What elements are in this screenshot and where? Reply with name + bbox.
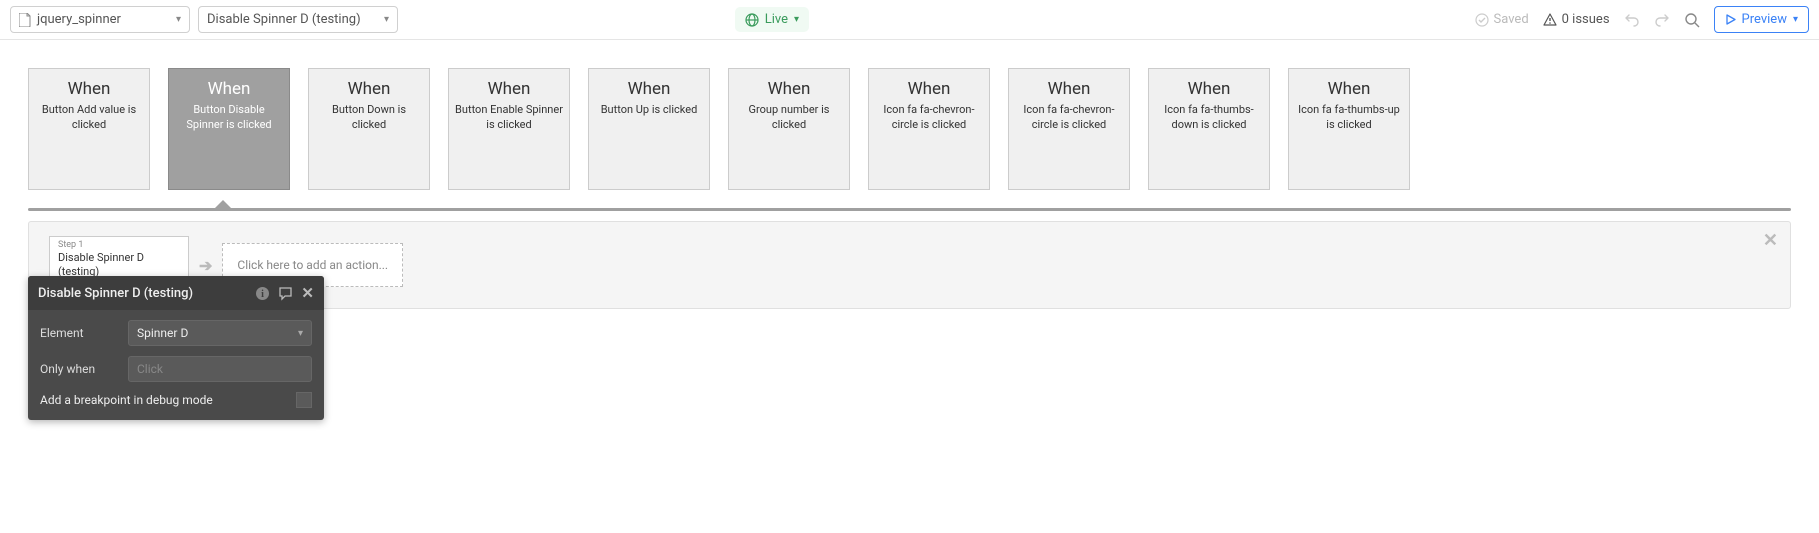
card-desc: Icon fa fa-thumbs-up is clicked [1295, 103, 1403, 133]
workflow-dropdown-label: Disable Spinner D (testing) [207, 12, 361, 27]
breakpoint-row: Add a breakpoint in debug mode [40, 392, 312, 408]
center-group: Live ▾ [735, 7, 809, 32]
search-button[interactable] [1684, 12, 1700, 28]
issues-button[interactable]: 0 issues [1543, 12, 1610, 27]
live-dropdown[interactable]: Live ▾ [735, 7, 809, 32]
workflow-cards-row: When Button Add value is clicked When Bu… [0, 40, 1819, 208]
workflow-card[interactable]: When Icon fa fa-chevron-circle is clicke… [868, 68, 990, 190]
card-desc: Button Disable Spinner is clicked [175, 103, 283, 133]
card-desc: Button Up is clicked [595, 103, 703, 118]
card-when-label: When [35, 79, 143, 99]
property-editor-title: Disable Spinner D (testing) [38, 286, 193, 301]
arrow-right-icon: ➔ [199, 256, 212, 275]
close-icon[interactable]: ✕ [301, 284, 314, 302]
chevron-down-icon: ▾ [176, 14, 181, 25]
chevron-down-icon: ▾ [1793, 14, 1798, 25]
redo-button[interactable] [1654, 12, 1670, 28]
workflow-card[interactable]: When Group number is clicked [728, 68, 850, 190]
page-dropdown-label: jquery_spinner [37, 12, 121, 27]
workflow-card[interactable]: When Button Disable Spinner is clicked [168, 68, 290, 190]
card-desc: Group number is clicked [735, 103, 843, 133]
play-icon [1725, 14, 1736, 25]
workflow-dropdown[interactable]: Disable Spinner D (testing) ▾ [198, 6, 398, 33]
workflow-card[interactable]: When Icon fa fa-chevron-circle is clicke… [1008, 68, 1130, 190]
workflow-card[interactable]: When Icon fa fa-thumbs-down is clicked [1148, 68, 1270, 190]
element-label: Element [40, 326, 120, 340]
chevron-down-icon: ▾ [794, 14, 799, 25]
only-when-input[interactable]: Click [128, 356, 312, 382]
undo-button[interactable] [1624, 12, 1640, 28]
check-circle-icon [1475, 13, 1489, 27]
card-desc: Button Add value is clicked [35, 103, 143, 133]
issues-label: 0 issues [1562, 12, 1610, 27]
breakpoint-checkbox[interactable] [296, 392, 312, 408]
preview-label: Preview [1742, 12, 1787, 27]
saved-status: Saved [1475, 12, 1529, 27]
workflow-card[interactable]: When Button Add value is clicked [28, 68, 150, 190]
card-when-label: When [1295, 79, 1403, 99]
chevron-down-icon: ▾ [298, 328, 303, 339]
workflow-card[interactable]: When Button Down is clicked [308, 68, 430, 190]
card-when-label: When [315, 79, 423, 99]
step-number-label: Step 1 [58, 240, 180, 251]
card-when-label: When [455, 79, 563, 99]
element-value: Spinner D [137, 326, 188, 340]
info-icon[interactable]: i [255, 286, 270, 301]
globe-icon [745, 13, 759, 27]
close-panel-button[interactable]: ✕ [1763, 230, 1778, 251]
saved-label: Saved [1494, 12, 1529, 27]
card-when-label: When [175, 79, 283, 99]
property-editor-body: Element Spinner D ▾ Only when Click Add … [28, 310, 324, 420]
add-action-label: Click here to add an action... [237, 258, 388, 272]
card-when-label: When [1155, 79, 1263, 99]
warning-icon [1543, 13, 1557, 27]
tab-divider [28, 208, 1791, 211]
file-icon [19, 13, 31, 27]
card-desc: Icon fa fa-chevron-circle is clicked [1015, 103, 1123, 133]
workflow-card[interactable]: When Button Enable Spinner is clicked [448, 68, 570, 190]
tab-arrow-icon [215, 200, 231, 208]
only-when-label: Only when [40, 362, 120, 376]
card-desc: Icon fa fa-thumbs-down is clicked [1155, 103, 1263, 133]
property-editor-header[interactable]: Disable Spinner D (testing) i ✕ [28, 276, 324, 310]
tab-indicator [0, 208, 1819, 211]
card-desc: Button Enable Spinner is clicked [455, 103, 563, 133]
card-when-label: When [1015, 79, 1123, 99]
breakpoint-label: Add a breakpoint in debug mode [40, 393, 213, 407]
element-dropdown[interactable]: Spinner D ▾ [128, 320, 312, 346]
right-group: Saved 0 issues Preview ▾ [1475, 6, 1809, 33]
live-label: Live [765, 12, 788, 27]
only-when-row: Only when Click [40, 356, 312, 382]
card-when-label: When [735, 79, 843, 99]
element-row: Element Spinner D ▾ [40, 320, 312, 346]
comment-icon[interactable] [278, 286, 293, 301]
workflow-card[interactable]: When Button Up is clicked [588, 68, 710, 190]
only-when-placeholder: Click [137, 362, 163, 376]
preview-button[interactable]: Preview ▾ [1714, 6, 1809, 33]
card-when-label: When [595, 79, 703, 99]
svg-text:i: i [262, 289, 265, 300]
card-when-label: When [875, 79, 983, 99]
card-desc: Icon fa fa-chevron-circle is clicked [875, 103, 983, 133]
chevron-down-icon: ▾ [384, 14, 389, 25]
topbar: jquery_spinner ▾ Disable Spinner D (test… [0, 0, 1819, 40]
card-desc: Button Down is clicked [315, 103, 423, 133]
page-dropdown[interactable]: jquery_spinner ▾ [10, 6, 190, 33]
workflow-card[interactable]: When Icon fa fa-thumbs-up is clicked [1288, 68, 1410, 190]
property-editor: Disable Spinner D (testing) i ✕ Element … [28, 276, 324, 420]
step-name: Disable Spinner D (testing) [58, 251, 180, 279]
